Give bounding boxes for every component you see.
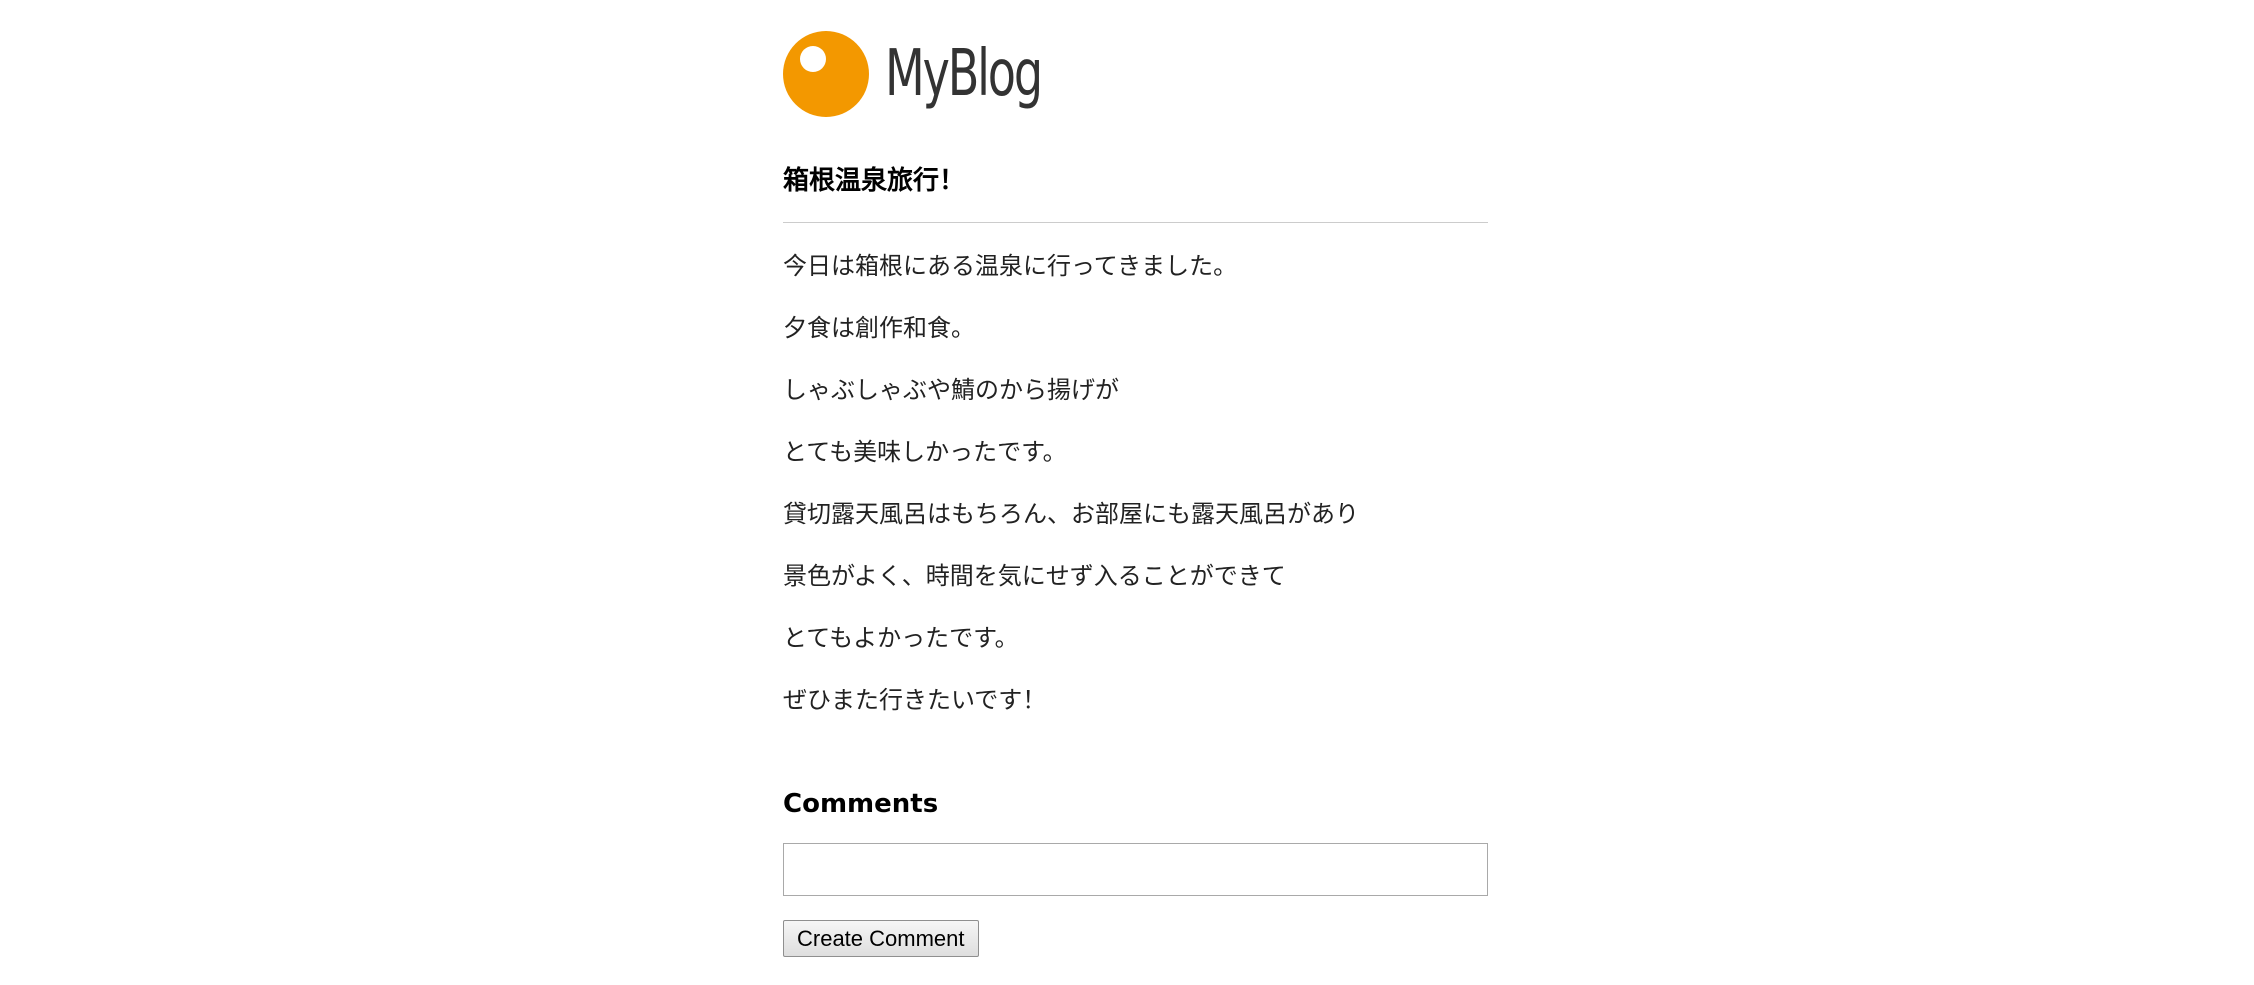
comments-heading: Comments (783, 789, 939, 819)
post-body: 今日は箱根にある温泉に行ってきました。 夕食は創作和食。 しゃぶしゃぶや鯖のから… (783, 246, 1488, 742)
post-paragraph: とても美味しかったです。 (783, 438, 1067, 466)
post-title: 箱根温泉旅行！ (783, 166, 966, 196)
title-divider (783, 222, 1488, 223)
post-paragraph: 今日は箱根にある温泉に行ってきました。 (783, 252, 1238, 280)
post-paragraph: 貸切露天風呂はもちろん、お部屋にも露天風呂があり (783, 500, 1359, 528)
create-comment-button[interactable]: Create Comment (783, 920, 979, 957)
post-paragraph: しゃぶしゃぶや鯖のから揚げが (783, 376, 1119, 404)
post-paragraph: ぜひまた行きたいです！ (783, 686, 1047, 714)
logo-highlight (800, 46, 826, 72)
post-paragraph: 景色がよく、時間を気にせず入ることができて (783, 562, 1286, 590)
orange-circle-logo-icon (783, 31, 869, 117)
site-name: MyBlog (885, 37, 1043, 111)
comment-input[interactable] (783, 843, 1488, 896)
post-paragraph: 夕食は創作和食。 (783, 314, 975, 342)
site-logo[interactable]: MyBlog (783, 28, 1102, 120)
post-paragraph: とてもよかったです。 (783, 624, 1019, 652)
